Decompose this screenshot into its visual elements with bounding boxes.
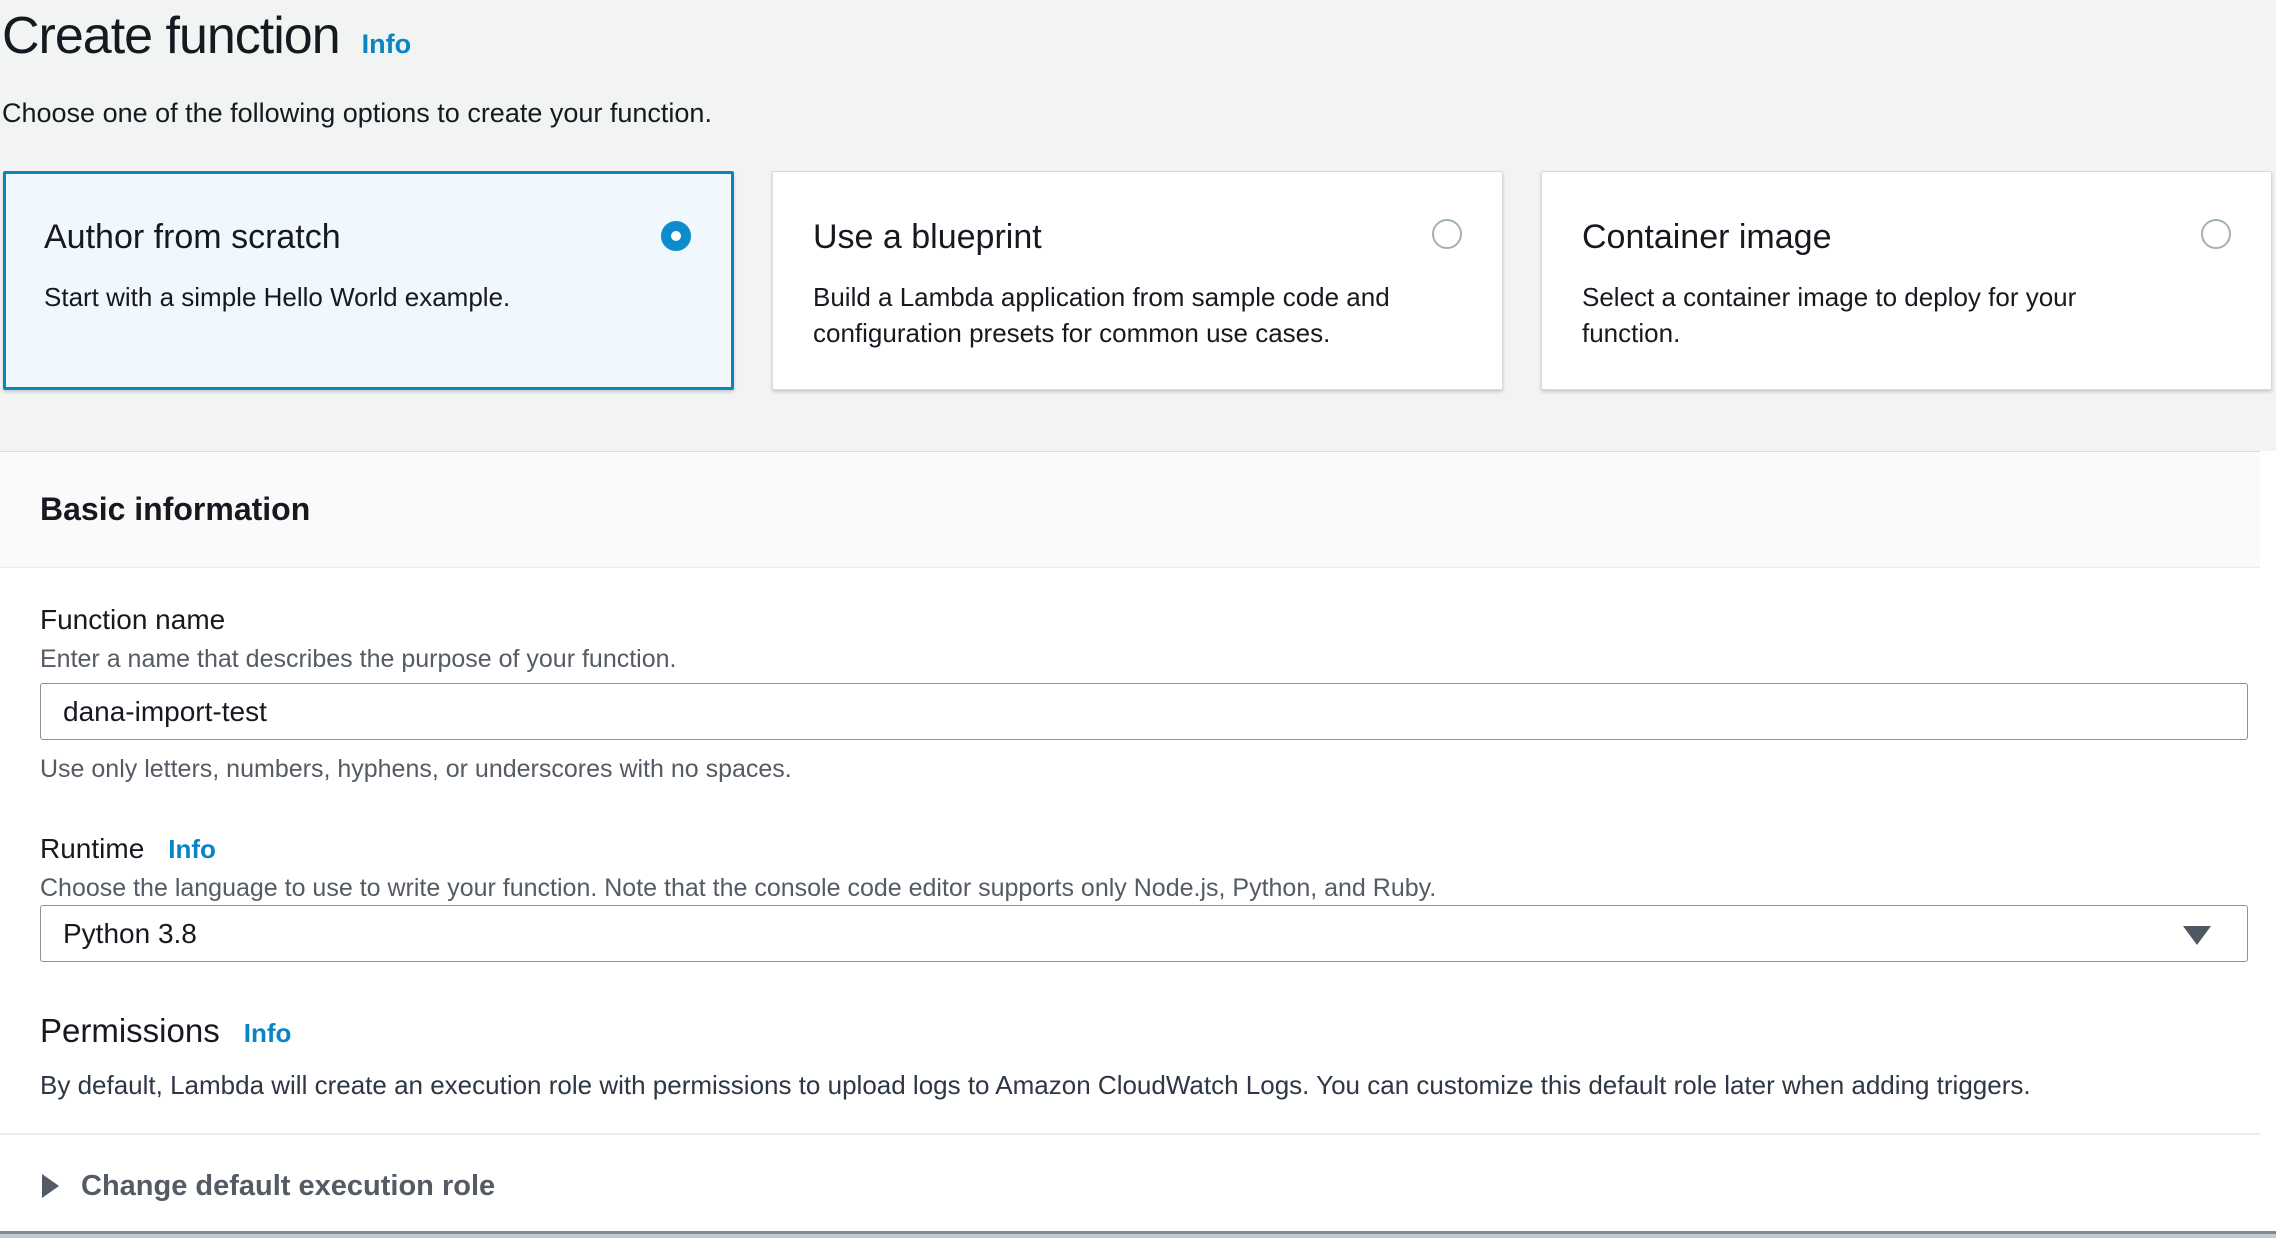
permissions-header-row: Permissions Info bbox=[40, 1012, 291, 1050]
caret-down-icon bbox=[2183, 926, 2211, 945]
triangle-right-icon bbox=[42, 1174, 59, 1198]
runtime-help: Choose the language to use to write your… bbox=[40, 874, 1436, 903]
basic-information-title: Basic information bbox=[40, 491, 310, 528]
function-name-constraint: Use only letters, numbers, hyphens, or u… bbox=[40, 755, 792, 784]
option-card-description: Select a container image to deploy for y… bbox=[1582, 279, 2231, 352]
creation-option-cards: Author from scratch Start with a simple … bbox=[3, 171, 2272, 390]
expander-label: Change default execution role bbox=[81, 1170, 495, 1203]
page-subtitle: Choose one of the following options to c… bbox=[2, 98, 712, 129]
radio-author-from-scratch[interactable] bbox=[661, 221, 691, 251]
option-card-description: Start with a simple Hello World example. bbox=[44, 279, 693, 315]
page-title-info-link[interactable]: Info bbox=[362, 29, 411, 60]
footer-top-edge bbox=[0, 1231, 2276, 1238]
runtime-select[interactable]: Python 3.8 bbox=[40, 905, 2248, 962]
runtime-selected-option: Python 3.8 bbox=[63, 918, 197, 950]
permissions-title: Permissions bbox=[40, 1012, 220, 1050]
basic-information-header: Basic information bbox=[0, 451, 2260, 568]
option-card-title: Author from scratch bbox=[44, 218, 341, 256]
function-name-label: Function name bbox=[40, 604, 225, 636]
runtime-info-link[interactable]: Info bbox=[168, 834, 216, 865]
basic-information-panel: Function name Enter a name that describe… bbox=[0, 568, 2276, 1238]
option-card-container-image[interactable]: Container image Select a container image… bbox=[1541, 171, 2272, 390]
radio-use-a-blueprint[interactable] bbox=[1432, 219, 1462, 249]
function-name-help: Enter a name that describes the purpose … bbox=[40, 645, 677, 674]
option-card-title: Container image bbox=[1582, 218, 1831, 256]
option-card-author-from-scratch[interactable]: Author from scratch Start with a simple … bbox=[3, 171, 734, 390]
runtime-label-row: Runtime Info bbox=[40, 833, 216, 865]
permissions-description: By default, Lambda will create an execut… bbox=[40, 1070, 2031, 1101]
option-card-title: Use a blueprint bbox=[813, 218, 1042, 256]
option-card-use-a-blueprint[interactable]: Use a blueprint Build a Lambda applicati… bbox=[772, 171, 1503, 390]
permissions-info-link[interactable]: Info bbox=[244, 1018, 292, 1049]
change-default-execution-role-expander[interactable]: Change default execution role bbox=[42, 1166, 495, 1206]
top-section: Create function Info Choose one of the f… bbox=[0, 0, 2276, 451]
option-card-description: Build a Lambda application from sample c… bbox=[813, 279, 1462, 352]
function-name-input[interactable] bbox=[40, 683, 2248, 740]
runtime-label: Runtime bbox=[40, 833, 144, 865]
permissions-divider bbox=[0, 1133, 2260, 1135]
radio-container-image[interactable] bbox=[2201, 219, 2231, 249]
page-title-row: Create function Info bbox=[2, 6, 411, 66]
page-title: Create function bbox=[2, 6, 340, 66]
